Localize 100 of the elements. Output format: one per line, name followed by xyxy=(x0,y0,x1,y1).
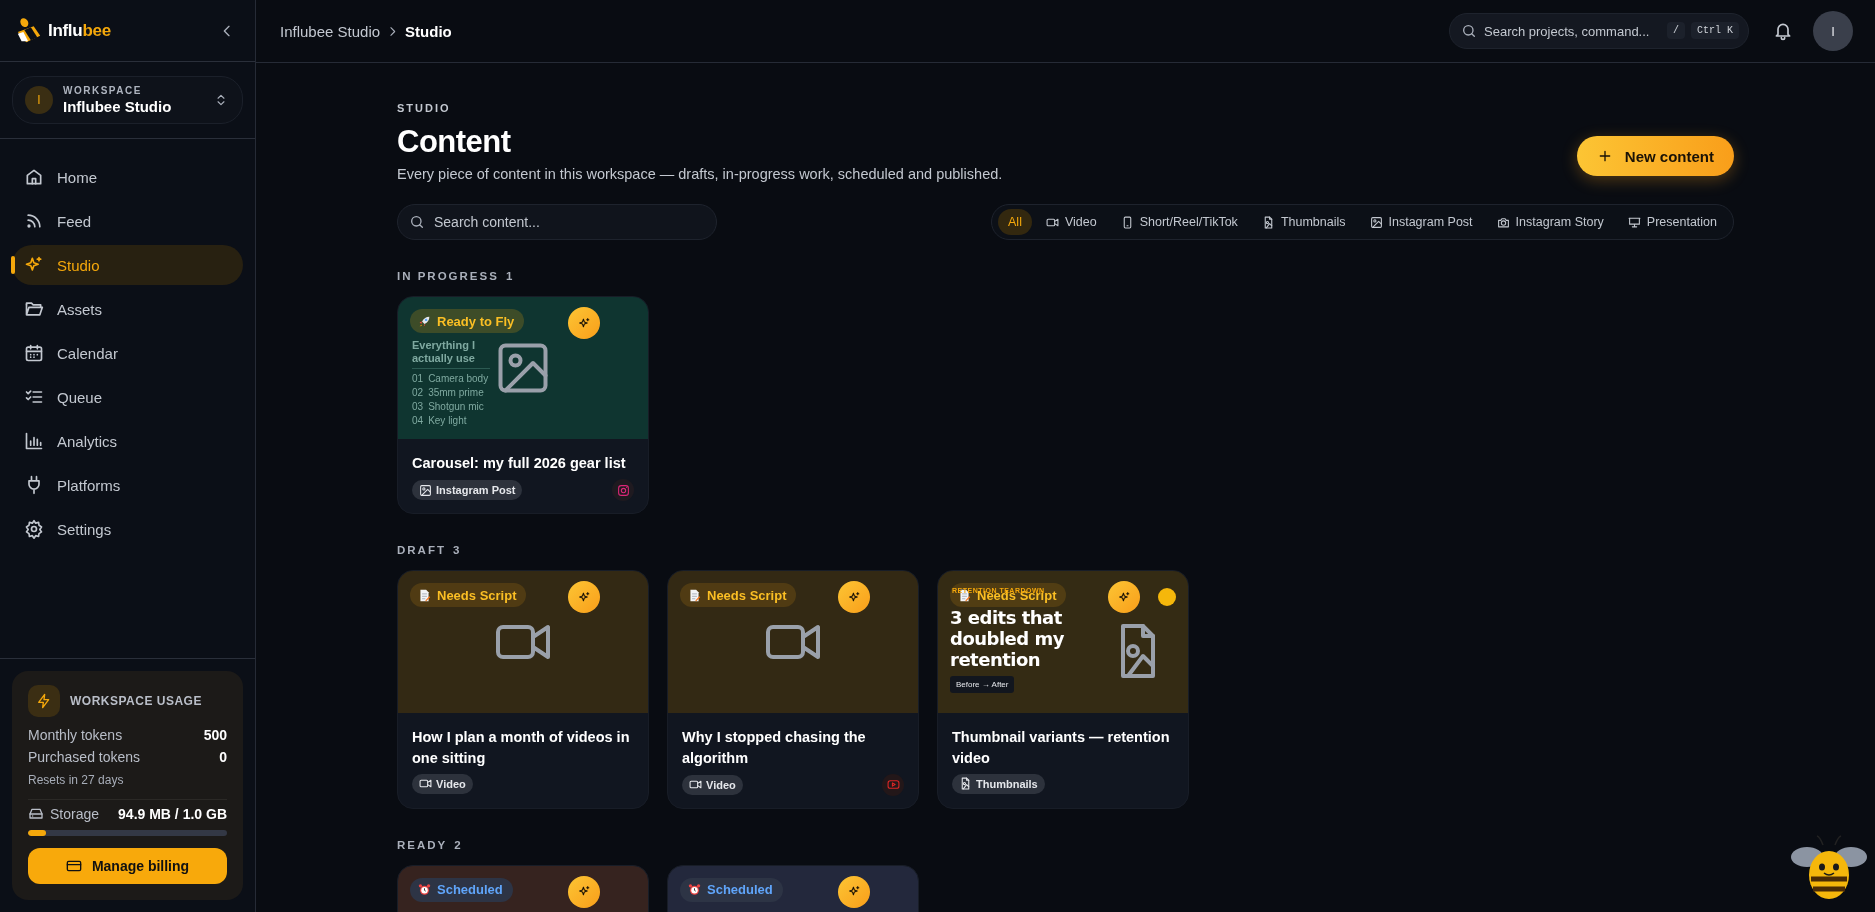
preview-item: Camera body xyxy=(428,373,489,385)
ai-sparkle-button[interactable] xyxy=(838,875,870,908)
filter-chip[interactable]: Thumbnails xyxy=(1251,209,1356,235)
usage-title: WORKSPACE USAGE xyxy=(70,694,202,708)
section-count: 3 xyxy=(452,544,462,557)
status-badge: Scheduled xyxy=(410,877,513,902)
nav-item[interactable]: Platforms xyxy=(12,465,243,505)
sparkle-icon xyxy=(577,590,591,604)
calendar-icon xyxy=(24,343,44,363)
new-content-button[interactable]: New content xyxy=(1576,136,1734,176)
nav-item[interactable]: Analytics xyxy=(12,421,243,461)
page-subtitle: Every piece of content in this workspace — drafts, in-progress work, scheduled and published. xyxy=(397,166,1003,182)
filter-chip[interactable]: Presentation xyxy=(1617,209,1727,235)
status-badge: Needs Script xyxy=(680,583,797,608)
preview-number: 01 xyxy=(412,373,424,385)
workspace-label: WORKSPACE xyxy=(63,85,143,96)
camera-icon xyxy=(1496,215,1510,229)
bee-logo-icon xyxy=(15,16,43,45)
ai-sparkle-button[interactable] xyxy=(568,581,600,614)
nav-item[interactable]: Assets xyxy=(12,289,243,329)
alarm-clock-icon xyxy=(418,883,431,897)
sparkle-icon xyxy=(577,316,591,330)
section-count: 2 xyxy=(454,838,463,851)
content-search-field[interactable]: Search content... xyxy=(397,204,717,240)
breadcrumb-link[interactable]: Influbee Studio xyxy=(280,22,381,40)
section-title: DRAFT xyxy=(397,544,446,557)
usage-value: 0 xyxy=(219,749,227,765)
page-title: Content xyxy=(397,124,512,160)
search-icon xyxy=(1461,23,1477,39)
nav-item[interactable]: Settings xyxy=(12,509,243,549)
brand-name: Influbee xyxy=(48,20,111,41)
ai-sparkle-button[interactable] xyxy=(568,307,600,339)
preview-number: 03 xyxy=(412,401,424,413)
nav-item[interactable]: Calendar xyxy=(12,333,243,373)
rocket-icon xyxy=(418,314,431,328)
preview-number: 02 xyxy=(412,387,424,399)
ai-sparkle-button[interactable] xyxy=(838,581,870,614)
lightning-icon xyxy=(36,693,52,709)
settings-icon xyxy=(24,519,44,539)
usage-label: Purchased tokens xyxy=(28,749,141,765)
page-eyebrow: STUDIO xyxy=(397,102,452,114)
filter-chip[interactable]: Instagram Story xyxy=(1486,209,1614,235)
filter-chip[interactable]: Instagram Post xyxy=(1359,209,1483,235)
alarm-clock-icon xyxy=(688,883,701,897)
section-title: IN PROGRESS xyxy=(397,270,499,282)
nav-item[interactable]: Feed xyxy=(12,201,243,241)
storage-value: 94.9 MB / 1.0 GB xyxy=(118,806,227,822)
document-icon xyxy=(688,588,701,602)
type-tag: Video xyxy=(412,773,473,794)
bell-icon xyxy=(1773,21,1793,41)
shortcut-key: Ctrl K xyxy=(1691,22,1739,39)
image-file-icon xyxy=(959,777,972,791)
image-icon xyxy=(1369,215,1383,229)
bar-chart-icon xyxy=(24,431,44,451)
instagram-icon xyxy=(616,483,630,497)
preview-heading: 3 edits that doubled my retention xyxy=(950,608,1065,671)
section-count: 1 xyxy=(505,270,515,282)
workspace-avatar: I xyxy=(25,86,53,114)
status-badge: Ready to Fly xyxy=(410,309,525,333)
preview-heading: Everything I actually use xyxy=(412,339,476,366)
nav-item[interactable]: Queue xyxy=(12,377,243,417)
presentation-icon xyxy=(1627,215,1641,229)
usage-value: 500 xyxy=(203,727,227,743)
type-tag: Video xyxy=(682,774,743,795)
drive-icon xyxy=(28,806,44,822)
nav-item[interactable]: Home xyxy=(12,157,243,197)
preview-number: 04 xyxy=(412,415,424,427)
filter-chip[interactable]: Video xyxy=(1035,209,1107,235)
type-tag: Thumbnails xyxy=(952,773,1045,794)
nav-item[interactable]: Studio xyxy=(12,245,243,285)
section-title: READY xyxy=(397,838,448,851)
card-title: Thumbnail variants — retention video xyxy=(952,728,1171,768)
preview-chip: Before → After xyxy=(950,676,1015,694)
filter-chip[interactable]: Short/Reel/TikTok xyxy=(1110,209,1248,235)
sparkle-icon xyxy=(847,590,861,604)
user-avatar[interactable]: I xyxy=(1813,11,1853,51)
ai-sparkle-button[interactable] xyxy=(1108,581,1140,614)
preview-item: Key light xyxy=(428,415,467,427)
card-title: How I plan a month of videos in one sitting xyxy=(412,728,631,768)
youtube-icon xyxy=(886,778,900,792)
usage-label: Monthly tokens xyxy=(28,727,123,743)
preview-item: 35mm prime xyxy=(428,387,484,399)
filter-chip[interactable]: All xyxy=(998,209,1032,235)
card-title: Carousel: my full 2026 gear list xyxy=(412,454,627,473)
search-icon xyxy=(409,214,425,230)
workspace-name: Influbee Studio xyxy=(63,98,173,115)
folder-icon xyxy=(24,299,44,319)
reset-note: Resets in 27 days xyxy=(28,773,125,787)
type-tag: Instagram Post xyxy=(412,480,523,501)
home-icon xyxy=(24,167,44,187)
credit-card-icon xyxy=(65,858,82,874)
rss-icon xyxy=(24,211,44,231)
sparkle-icon xyxy=(1117,590,1131,604)
image-icon xyxy=(419,483,432,497)
breadcrumb-link[interactable]: Studio xyxy=(405,22,452,40)
manage-billing-button[interactable]: Manage billing xyxy=(28,848,227,884)
workspace-switcher[interactable]: I WORKSPACE Influbee Studio xyxy=(12,76,243,124)
status-badge: Scheduled xyxy=(680,877,783,902)
status-badge: Needs Script xyxy=(410,583,527,608)
ai-sparkle-button[interactable] xyxy=(568,875,600,908)
